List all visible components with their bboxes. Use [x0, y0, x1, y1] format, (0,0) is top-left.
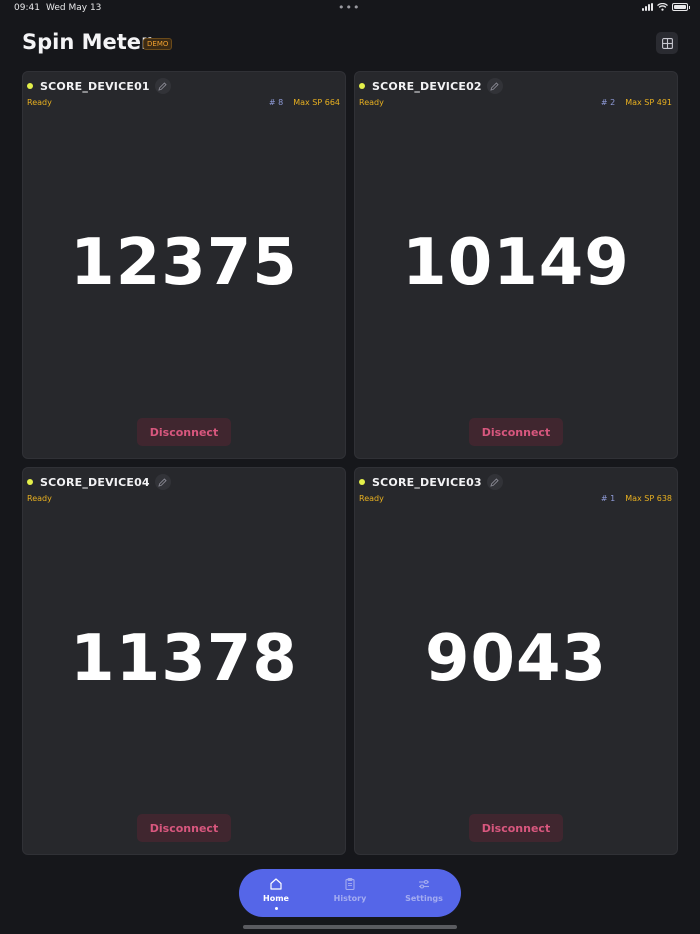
disconnect-button[interactable]: Disconnect: [469, 814, 563, 842]
edit-name-button[interactable]: [486, 78, 503, 94]
card-header: SCORE_DEVICE03: [359, 474, 503, 490]
device-rank: # 8: [268, 98, 284, 107]
screen: 09:41 Wed May 13 ••• Spin Meter DEMO SCO…: [0, 0, 700, 934]
connection-status-dot: [359, 479, 365, 485]
home-indicator[interactable]: [243, 925, 457, 929]
pencil-icon: [158, 81, 167, 91]
card-header: SCORE_DEVICE01: [27, 78, 171, 94]
device-status: Ready: [27, 494, 52, 503]
device-status: Ready: [359, 494, 384, 503]
disconnect-button[interactable]: Disconnect: [137, 814, 231, 842]
tab-home[interactable]: Home: [239, 869, 313, 917]
active-tab-indicator: [274, 907, 278, 910]
tab-settings[interactable]: Settings: [387, 869, 461, 917]
device-rank: # 1: [600, 494, 616, 503]
connection-status-dot: [359, 83, 365, 89]
home-icon: [270, 878, 282, 890]
wifi-icon: [657, 3, 668, 11]
tab-bar: Home History Settings: [239, 869, 461, 917]
disconnect-button[interactable]: Disconnect: [137, 418, 231, 446]
device-status: Ready: [359, 98, 384, 107]
battery-icon: [672, 3, 690, 11]
card-header: SCORE_DEVICE04: [27, 474, 171, 490]
device-score: 11378: [70, 622, 298, 696]
battery-fill: [674, 5, 686, 9]
device-card: SCORE_DEVICE01 Ready # 8 Max SP 664 1237…: [22, 71, 346, 459]
status-bar: 09:41 Wed May 13 •••: [0, 0, 700, 18]
max-sp: Max SP 664: [293, 98, 340, 107]
device-name: SCORE_DEVICE03: [372, 475, 482, 489]
layout-toggle-button[interactable]: [656, 32, 678, 54]
connection-status-dot: [27, 479, 33, 485]
card-meta: # 1 Max SP 638: [601, 494, 672, 503]
device-card: SCORE_DEVICE02 Ready # 2 Max SP 491 1014…: [354, 71, 678, 459]
tab-history[interactable]: History: [313, 869, 387, 917]
device-status: Ready: [27, 98, 52, 107]
device-card: SCORE_DEVICE03 Ready # 1 Max SP 638 9043…: [354, 467, 678, 855]
edit-name-button[interactable]: [154, 474, 171, 490]
device-name: SCORE_DEVICE02: [372, 79, 482, 93]
demo-badge: DEMO: [143, 38, 173, 50]
cellular-signal-icon: [642, 3, 653, 11]
max-sp: Max SP 491: [625, 98, 672, 107]
device-score: 12375: [70, 226, 298, 300]
tab-label: Home: [263, 894, 289, 903]
pencil-icon: [490, 81, 499, 91]
pencil-icon: [158, 477, 167, 487]
card-meta: # 2 Max SP 491: [601, 98, 672, 107]
tab-label: History: [333, 894, 367, 903]
edit-name-button[interactable]: [486, 474, 503, 490]
device-card: SCORE_DEVICE04 Ready 11378 Disconnect: [22, 467, 346, 855]
edit-name-button[interactable]: [154, 78, 171, 94]
card-meta: # 8 Max SP 664: [269, 98, 340, 107]
connection-status-dot: [27, 83, 33, 89]
device-rank: # 2: [600, 98, 616, 107]
multitasking-dots[interactable]: •••: [338, 1, 360, 14]
status-time: 09:41: [14, 3, 40, 13]
page-title: Spin Meter: [22, 30, 152, 54]
status-date: Wed May 13: [46, 3, 102, 13]
pencil-icon: [490, 477, 499, 487]
status-icons: [642, 3, 690, 11]
disconnect-button[interactable]: Disconnect: [469, 418, 563, 446]
device-name: SCORE_DEVICE04: [40, 475, 150, 489]
tab-label: Settings: [405, 894, 443, 903]
max-sp: Max SP 638: [625, 494, 672, 503]
device-name: SCORE_DEVICE01: [40, 79, 150, 93]
device-score: 10149: [402, 226, 630, 300]
grid-icon: [661, 37, 673, 49]
clipboard-icon: [345, 878, 355, 891]
sliders-icon: [419, 879, 429, 889]
device-score: 9043: [424, 622, 608, 696]
card-header: SCORE_DEVICE02: [359, 78, 503, 94]
